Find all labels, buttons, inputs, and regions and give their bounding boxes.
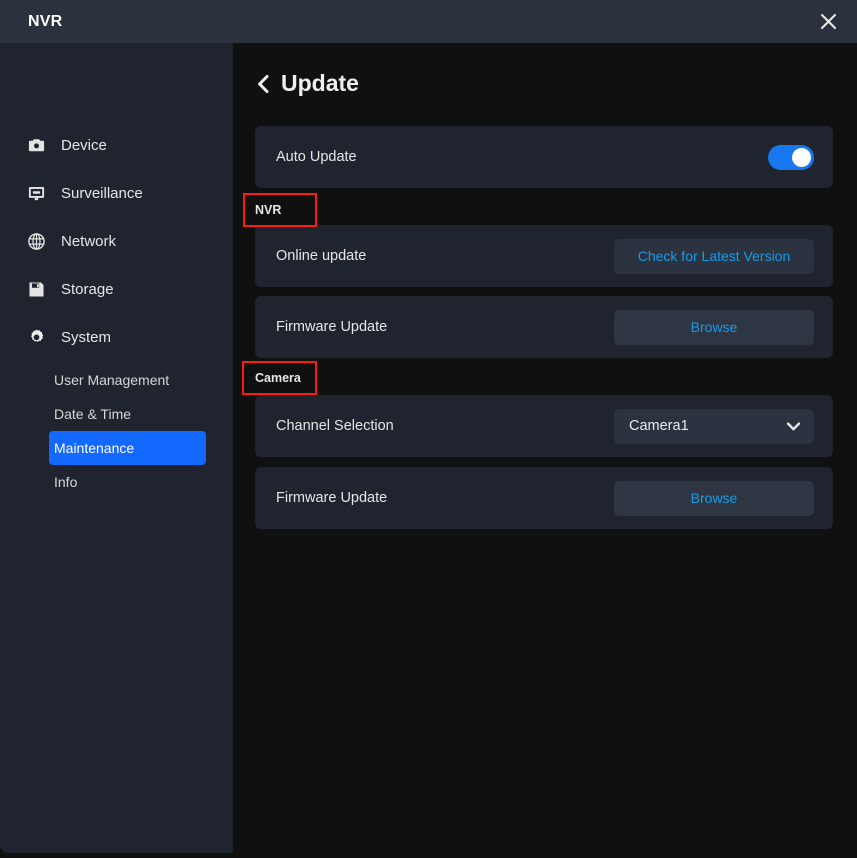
page-back-header[interactable]: Update xyxy=(233,43,359,97)
channel-selection-dropdown[interactable]: Camera1 xyxy=(614,409,814,444)
sidebar-item-surveillance[interactable]: Surveillance xyxy=(0,169,233,217)
camera-browse-button[interactable]: Browse xyxy=(614,481,814,516)
close-button[interactable] xyxy=(800,0,857,43)
sidebar-item-label: Device xyxy=(61,137,107,154)
nvr-firmware-update-label: Firmware Update xyxy=(276,319,387,335)
nvr-firmware-update-row: Firmware Update Browse xyxy=(255,296,833,358)
main-content: Update Auto Update NVR Online update Che… xyxy=(233,43,857,858)
channel-selection-row: Channel Selection Camera1 xyxy=(255,395,833,457)
auto-update-row: Auto Update xyxy=(255,126,833,188)
sidebar-item-label: Storage xyxy=(61,281,114,298)
online-update-row: Online update Check for Latest Version xyxy=(255,225,833,287)
page-title: Update xyxy=(281,70,359,97)
channel-selection-value: Camera1 xyxy=(629,418,689,434)
camera-firmware-update-row: Firmware Update Browse xyxy=(255,467,833,529)
check-for-latest-version-button[interactable]: Check for Latest Version xyxy=(614,239,814,274)
auto-update-toggle[interactable] xyxy=(768,145,814,170)
sidebar-item-label: System xyxy=(61,329,111,346)
section-title-nvr: NVR xyxy=(233,203,857,217)
chevron-left-icon[interactable] xyxy=(254,73,272,95)
globe-icon xyxy=(26,231,46,251)
sidebar-subitem-label: Info xyxy=(54,474,77,490)
app-title: NVR xyxy=(28,13,62,31)
section-title-camera: Camera xyxy=(233,371,857,385)
sidebar-subitem-label: User Management xyxy=(54,372,169,388)
chevron-down-icon xyxy=(786,421,801,432)
gear-icon xyxy=(26,327,46,347)
sidebar-item-device[interactable]: Device xyxy=(0,121,233,169)
sidebar-subnav: User Management Date & Time Maintenance … xyxy=(0,361,233,499)
camera-firmware-update-label: Firmware Update xyxy=(276,490,387,506)
channel-selection-label: Channel Selection xyxy=(276,418,394,434)
sidebar-item-storage[interactable]: Storage xyxy=(0,265,233,313)
floppy-disk-icon xyxy=(26,279,46,299)
sidebar-nav: Device Surveillance Netwo xyxy=(0,43,233,499)
window-titlebar: NVR xyxy=(0,0,857,43)
online-update-label: Online update xyxy=(276,248,366,264)
sidebar-subitem-label: Date & Time xyxy=(54,406,131,422)
monitor-icon xyxy=(26,183,46,203)
sidebar-subitem-label: Maintenance xyxy=(54,440,134,456)
sidebar-item-user-management[interactable]: User Management xyxy=(49,363,206,397)
sidebar-item-maintenance[interactable]: Maintenance xyxy=(49,431,206,465)
sidebar: Device Surveillance Netwo xyxy=(0,43,233,853)
toggle-knob xyxy=(792,148,811,167)
auto-update-label: Auto Update xyxy=(276,149,357,165)
nvr-browse-button[interactable]: Browse xyxy=(614,310,814,345)
close-icon xyxy=(819,12,838,31)
sidebar-item-date-time[interactable]: Date & Time xyxy=(49,397,206,431)
sidebar-item-network[interactable]: Network xyxy=(0,217,233,265)
sidebar-item-system[interactable]: System xyxy=(0,313,233,361)
sidebar-item-label: Surveillance xyxy=(61,185,143,202)
sidebar-item-info[interactable]: Info xyxy=(49,465,206,499)
camera-icon xyxy=(26,135,46,155)
sidebar-item-label: Network xyxy=(61,233,116,250)
